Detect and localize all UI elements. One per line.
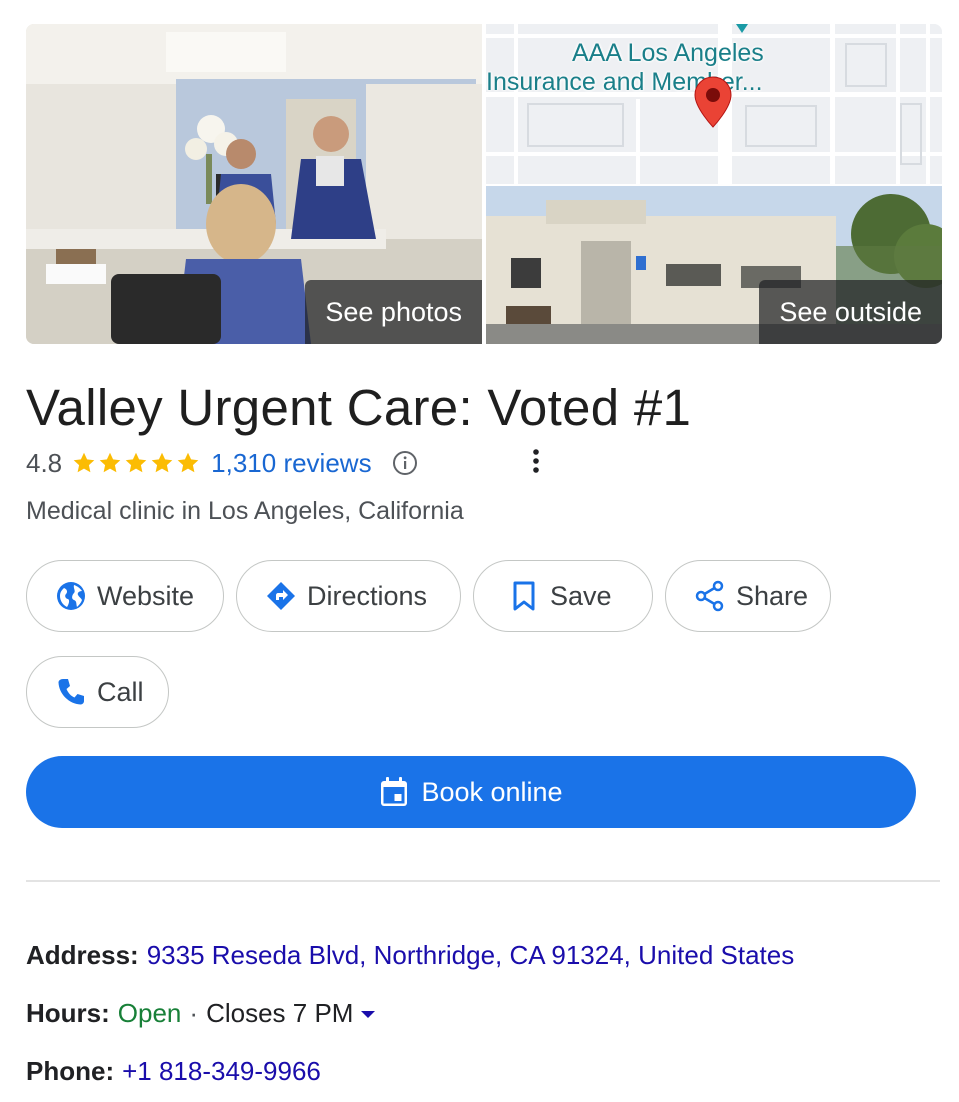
rating-row: 4.8 1,310 reviews bbox=[26, 444, 418, 482]
address-row: Address: 9335 Reseda Blvd, Northridge, C… bbox=[26, 940, 794, 971]
more-vert-icon[interactable] bbox=[526, 447, 546, 475]
photo-grid: See photos AAA Los Angeles Insurance and… bbox=[26, 24, 942, 344]
map-poi-label-line1: AAA Los Angeles bbox=[572, 39, 764, 67]
hours-label: Hours: bbox=[26, 998, 110, 1028]
star-icon bbox=[99, 452, 121, 473]
rating-value: 4.8 bbox=[26, 447, 63, 478]
phone-link[interactable]: +1 818-349-9966 bbox=[122, 1056, 321, 1087]
share-icon bbox=[695, 580, 724, 612]
save-button-label: Save bbox=[550, 580, 612, 611]
directions-button-label: Directions bbox=[307, 580, 428, 611]
book-online-button[interactable]: Book online bbox=[26, 756, 916, 828]
outside-photo[interactable]: See outside bbox=[486, 186, 942, 344]
share-button[interactable]: Share bbox=[665, 560, 831, 632]
star-rating bbox=[72, 451, 200, 475]
hours-closing-time[interactable]: Closes 7 PM bbox=[206, 998, 353, 1029]
see-outside-button[interactable]: See outside bbox=[759, 280, 942, 344]
phone-label: Phone: bbox=[26, 1056, 115, 1086]
place-title: Valley Urgent Care: Voted #1 bbox=[26, 379, 692, 436]
see-photos-button[interactable]: See photos bbox=[305, 280, 482, 344]
address-link[interactable]: 9335 Reseda Blvd, Northridge, CA 91324, … bbox=[147, 940, 795, 971]
call-button[interactable]: Call bbox=[26, 656, 169, 728]
calendar-icon bbox=[381, 777, 408, 806]
globe-icon bbox=[57, 582, 85, 610]
share-button-label: Share bbox=[736, 580, 809, 611]
address-label: Address: bbox=[26, 940, 139, 970]
hours-row: Hours: Open · Closes 7 PM bbox=[26, 998, 377, 1029]
phone-row: Phone: +1 818-349-9966 bbox=[26, 1056, 321, 1087]
star-icon bbox=[125, 452, 147, 473]
website-button-label: Website bbox=[97, 580, 195, 611]
caret-down-icon[interactable] bbox=[359, 1008, 377, 1020]
directions-icon bbox=[267, 582, 295, 610]
call-button-label: Call bbox=[97, 676, 144, 707]
save-button[interactable]: Save bbox=[473, 560, 653, 632]
website-button[interactable]: Website bbox=[26, 560, 224, 632]
map-thumbnail[interactable]: AAA Los Angeles Insurance and Member... bbox=[486, 24, 942, 184]
star-icon bbox=[151, 452, 173, 473]
reviews-link[interactable]: 1,310 reviews bbox=[211, 448, 371, 479]
place-category: Medical clinic in Los Angeles, Californi… bbox=[26, 497, 464, 525]
phone-icon bbox=[58, 679, 84, 705]
interior-photo[interactable]: See photos bbox=[26, 24, 482, 344]
bookmark-icon bbox=[513, 581, 535, 611]
hours-separator: · bbox=[189, 998, 199, 1028]
star-icon bbox=[177, 452, 199, 473]
hours-status: Open bbox=[117, 998, 182, 1028]
section-divider bbox=[26, 880, 940, 882]
map-pin-icon bbox=[694, 76, 732, 128]
info-icon[interactable] bbox=[392, 450, 418, 476]
star-icon bbox=[73, 452, 95, 473]
book-online-button-label: Book online bbox=[421, 776, 563, 807]
directions-button[interactable]: Directions bbox=[236, 560, 461, 632]
